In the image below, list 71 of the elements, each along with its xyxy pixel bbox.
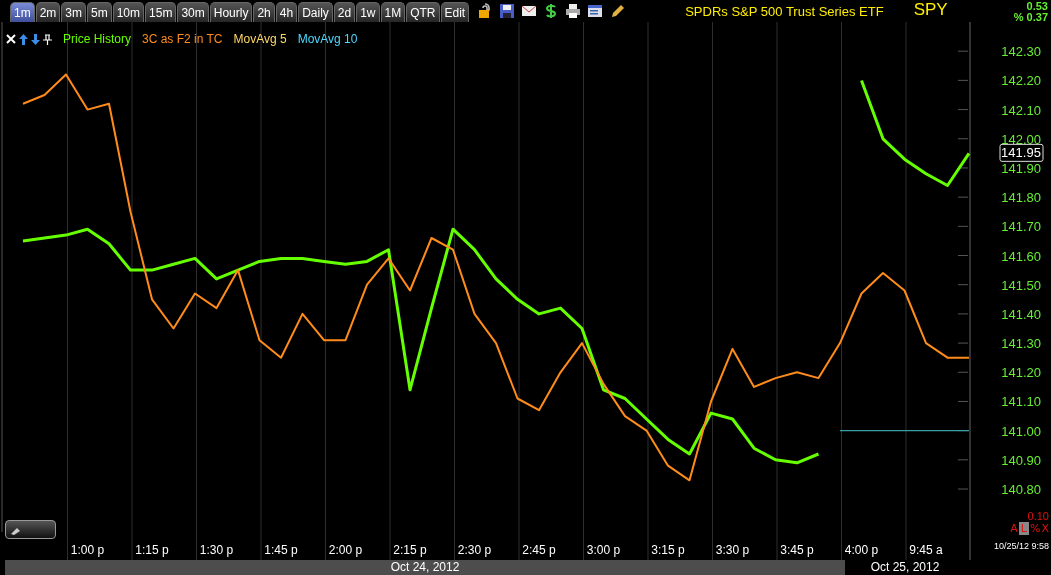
time-label: 2:15 p: [393, 543, 427, 557]
price-label: 142.10: [1001, 102, 1041, 118]
time-label: 2:45 p: [522, 543, 556, 557]
price-label: 141.70: [1001, 219, 1041, 235]
scale-button[interactable]: X: [1041, 522, 1049, 535]
price-change: 0.53: [1026, 1, 1048, 12]
legend-label: MovAvg 10: [297, 32, 358, 46]
time-label: 1:30 p: [199, 543, 234, 557]
date-label: Oct 24, 2012: [5, 560, 845, 575]
timeframe-tab[interactable]: 5m: [87, 2, 112, 22]
time-label: 3:30 p: [715, 543, 750, 557]
timeframe-tab[interactable]: Daily: [298, 2, 333, 22]
timeframe-tab[interactable]: 2d: [333, 2, 356, 22]
price-label: 141.00: [1001, 423, 1041, 439]
timeframe-tab[interactable]: 3m: [61, 2, 86, 22]
time-label: 3:00 p: [586, 543, 621, 557]
timeframe-tab[interactable]: 30m: [177, 2, 209, 22]
printer-icon[interactable]: [565, 3, 582, 19]
time-label: 1:45 p: [264, 543, 298, 557]
scroll-button[interactable]: [5, 520, 56, 539]
price-label: 140.80: [1001, 482, 1041, 498]
price-label: 141.90: [1001, 160, 1041, 176]
legend-label: Price History: [63, 32, 131, 46]
price-label: 141.50: [1001, 277, 1041, 293]
time-label: 2:00 p: [328, 543, 363, 557]
legend-label: 3C as F2 in TC: [142, 32, 223, 46]
close-icon[interactable]: [6, 34, 16, 44]
time-label: 9:45 a: [909, 543, 943, 557]
price-label: 141.20: [1001, 365, 1041, 381]
timeframe-tab[interactable]: 2m: [35, 2, 61, 22]
date-label: Oct 25, 2012: [869, 560, 941, 575]
timeframe-tab[interactable]: Hourly: [209, 2, 253, 22]
timeframe-tab[interactable]: 4h: [275, 2, 298, 22]
timeframe-tab[interactable]: QTR: [406, 2, 440, 22]
timeframe-tab[interactable]: 1m: [10, 2, 35, 22]
down-arrow-icon[interactable]: [31, 33, 40, 45]
price-label: 142.20: [1001, 73, 1041, 89]
timestamp: 10/25/12 9:58: [993, 541, 1049, 551]
time-label: 4:00 p: [844, 543, 879, 557]
legend-label: MovAvg 5: [233, 32, 287, 46]
price-label: 140.90: [1001, 452, 1041, 468]
timeframe-tab[interactable]: 10m: [112, 2, 145, 22]
price-label: 141.10: [1001, 394, 1041, 410]
price-label: 141.30: [1001, 336, 1041, 352]
timeframe-tab[interactable]: 1w: [356, 2, 380, 22]
time-label: 2:30 p: [457, 543, 492, 557]
percent-change: % 0.37: [1013, 12, 1048, 23]
price-label: 141.40: [1001, 306, 1041, 322]
up-arrow-icon[interactable]: [19, 33, 28, 45]
time-label: 1:00 p: [70, 543, 105, 557]
time-label: 1:15 p: [135, 543, 169, 557]
save-icon[interactable]: [499, 3, 516, 19]
timeframe-tab[interactable]: Edit: [440, 2, 470, 22]
scale-value: 0.10: [1027, 510, 1049, 522]
timeframe-tab[interactable]: 2h: [253, 2, 275, 22]
timeframe-tab[interactable]: 1M: [380, 2, 406, 22]
pin-icon[interactable]: [43, 33, 52, 45]
security-name: SPDRs S&P 500 Trust Series ETF: [685, 4, 884, 21]
mail-icon[interactable]: [521, 3, 538, 19]
price-label: 141.80: [1001, 190, 1041, 206]
price-label: 142.30: [1001, 44, 1041, 60]
price-label: 141.60: [1001, 248, 1041, 264]
window-icon[interactable]: [587, 3, 604, 19]
ticker-symbol: SPY: [913, 0, 948, 21]
time-label: 3:45 p: [780, 543, 814, 557]
last-price-marker: 141.95: [999, 143, 1044, 162]
timeframe-tab[interactable]: 15m: [145, 2, 177, 22]
time-label: 3:15 p: [651, 543, 685, 557]
scale-button[interactable]: A: [1010, 522, 1018, 535]
pencil-icon[interactable]: [609, 3, 626, 19]
scale-button[interactable]: %: [1030, 522, 1041, 535]
